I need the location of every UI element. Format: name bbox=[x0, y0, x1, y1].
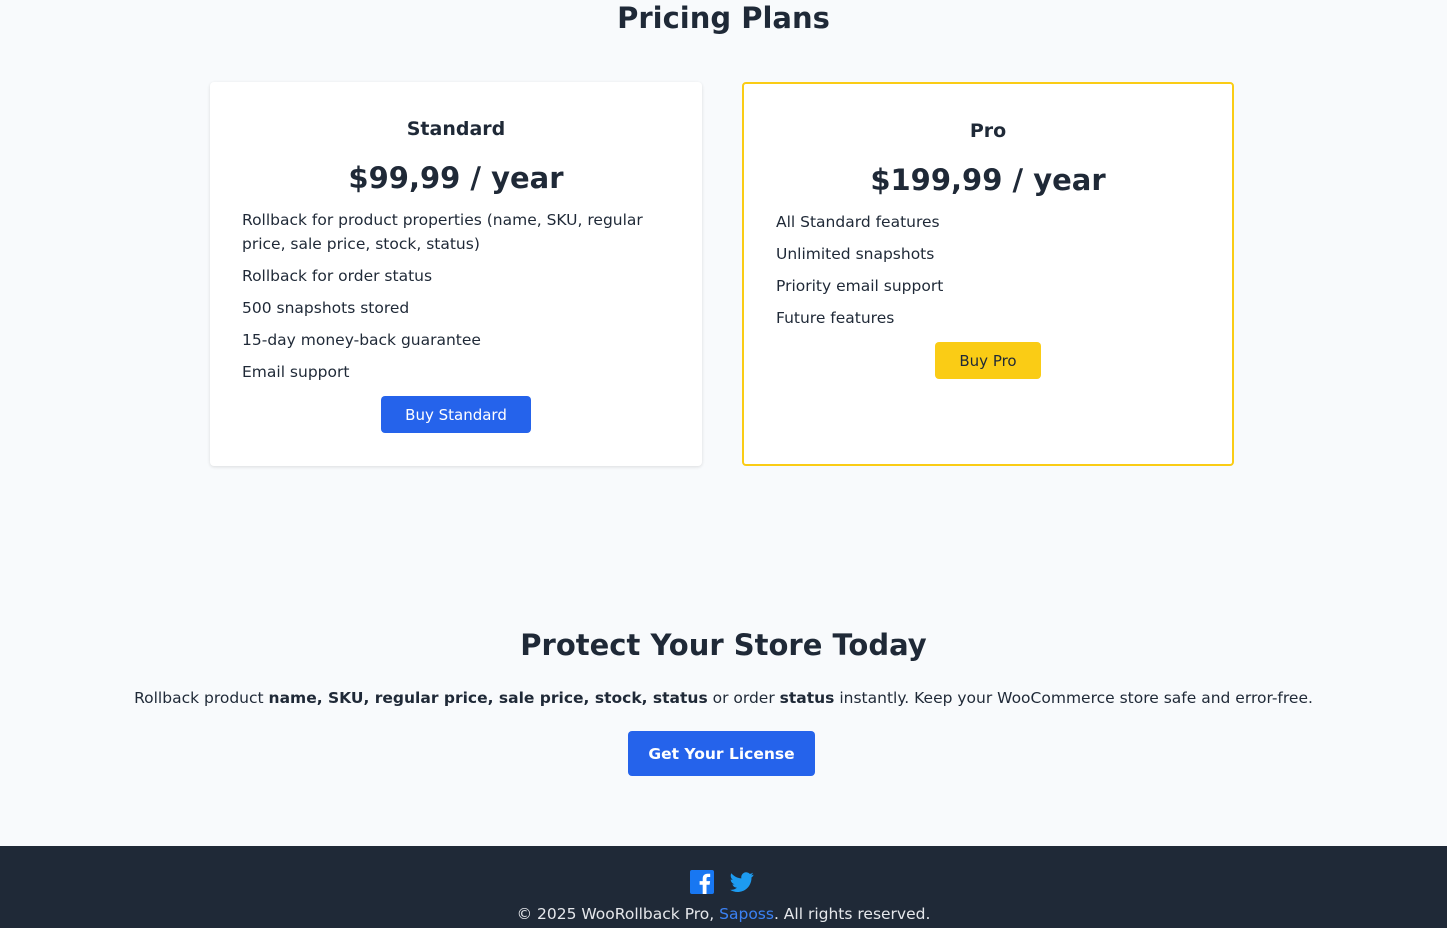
feature-item: Email support bbox=[242, 363, 350, 381]
buy-standard-button[interactable]: Buy Standard bbox=[381, 396, 531, 433]
cta-text-bold: name, SKU, regular price, sale price, st… bbox=[268, 689, 708, 707]
buy-pro-button[interactable]: Buy Pro bbox=[935, 342, 1041, 379]
plan-card-standard: Standard $99,99 / year Rollback for prod… bbox=[210, 82, 702, 466]
saposs-link[interactable]: Saposs bbox=[719, 905, 774, 923]
facebook-icon[interactable] bbox=[690, 870, 714, 894]
get-license-button[interactable]: Get Your License bbox=[628, 731, 815, 776]
feature-item: Unlimited snapshots bbox=[776, 245, 935, 263]
plan-price: $99,99 / year bbox=[348, 161, 564, 195]
plan-price: $199,99 / year bbox=[870, 163, 1106, 197]
feature-item: Future features bbox=[776, 309, 895, 327]
pricing-title: Pricing Plans bbox=[617, 1, 830, 35]
cta-text-part: instantly. Keep your WooCommerce store s… bbox=[834, 689, 1313, 707]
feature-list: All Standard features Unlimited snapshot… bbox=[744, 210, 1232, 330]
cta-text-part: Rollback product bbox=[134, 689, 269, 707]
copyright-suffix: . All rights reserved. bbox=[773, 905, 931, 923]
feature-item: All Standard features bbox=[776, 213, 940, 231]
plan-name: Standard bbox=[406, 118, 506, 140]
copyright-prefix: © 2025 WooRollback Pro, bbox=[516, 905, 720, 923]
social-links bbox=[690, 870, 754, 894]
feature-item: 15-day money-back guarantee bbox=[242, 331, 481, 349]
plan-name: Pro bbox=[969, 120, 1007, 142]
feature-item: Rollback for order status bbox=[242, 267, 433, 285]
copyright: © 2025 WooRollback Pro, Saposs. All righ… bbox=[0, 904, 1447, 924]
plan-card-pro: Pro $199,99 / year All Standard features… bbox=[742, 82, 1234, 466]
feature-list: Rollback for product properties (name, S… bbox=[210, 208, 702, 384]
cta-description: Rollback product name, SKU, regular pric… bbox=[0, 687, 1447, 709]
twitter-icon[interactable] bbox=[730, 870, 754, 894]
feature-item: 500 snapshots stored bbox=[242, 299, 410, 317]
cta-title: Protect Your Store Today bbox=[520, 628, 927, 662]
cta-text-part: or order bbox=[707, 689, 780, 707]
cta-text-bold: status bbox=[779, 689, 835, 707]
footer: © 2025 WooRollback Pro, Saposs. All righ… bbox=[0, 846, 1447, 928]
feature-item: Priority email support bbox=[776, 277, 944, 295]
feature-item: Rollback for product properties (name, S… bbox=[242, 211, 643, 253]
